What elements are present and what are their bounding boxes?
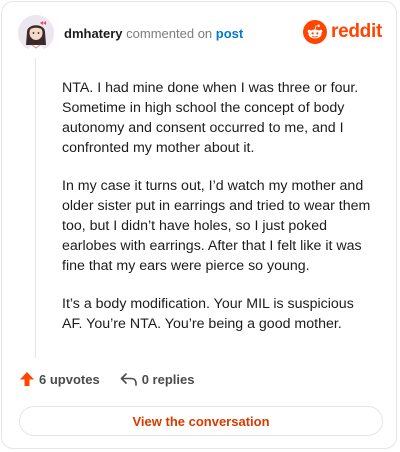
action-text: commented on bbox=[126, 26, 213, 41]
reply-button[interactable]: 0 replies bbox=[120, 371, 195, 387]
reply-arrow-icon bbox=[120, 371, 138, 387]
comment-header: dmhatery commented on post bbox=[64, 26, 243, 42]
comment-body: NTA. I had mine done when I was three or… bbox=[62, 78, 374, 352]
comment-actions: 6 upvotes 0 replies bbox=[19, 371, 214, 387]
comment-paragraph: NTA. I had mine done when I was three or… bbox=[62, 80, 359, 156]
reddit-snoo-icon bbox=[303, 20, 328, 44]
post-link[interactable]: post bbox=[216, 26, 243, 41]
upvote-count: 6 upvotes bbox=[39, 371, 100, 387]
view-conversation-button[interactable]: View the conversation bbox=[19, 406, 383, 436]
reddit-logo[interactable]: reddit bbox=[303, 20, 382, 44]
reddit-wordmark: reddit bbox=[331, 21, 382, 42]
upvote-button[interactable]: 6 upvotes bbox=[19, 371, 100, 387]
comment-paragraph: It’s a body modification. Your MIL is su… bbox=[62, 296, 354, 332]
avatar[interactable] bbox=[18, 15, 54, 51]
reply-count: 0 replies bbox=[141, 371, 195, 387]
comment-card: dmhatery commented on post reddit NTA. I… bbox=[1, 1, 397, 449]
thread-line bbox=[35, 58, 36, 358]
username[interactable]: dmhatery bbox=[64, 26, 123, 41]
comment-paragraph: In my case it turns out, I’d watch my mo… bbox=[62, 178, 371, 274]
upvote-arrow-icon bbox=[19, 371, 35, 387]
